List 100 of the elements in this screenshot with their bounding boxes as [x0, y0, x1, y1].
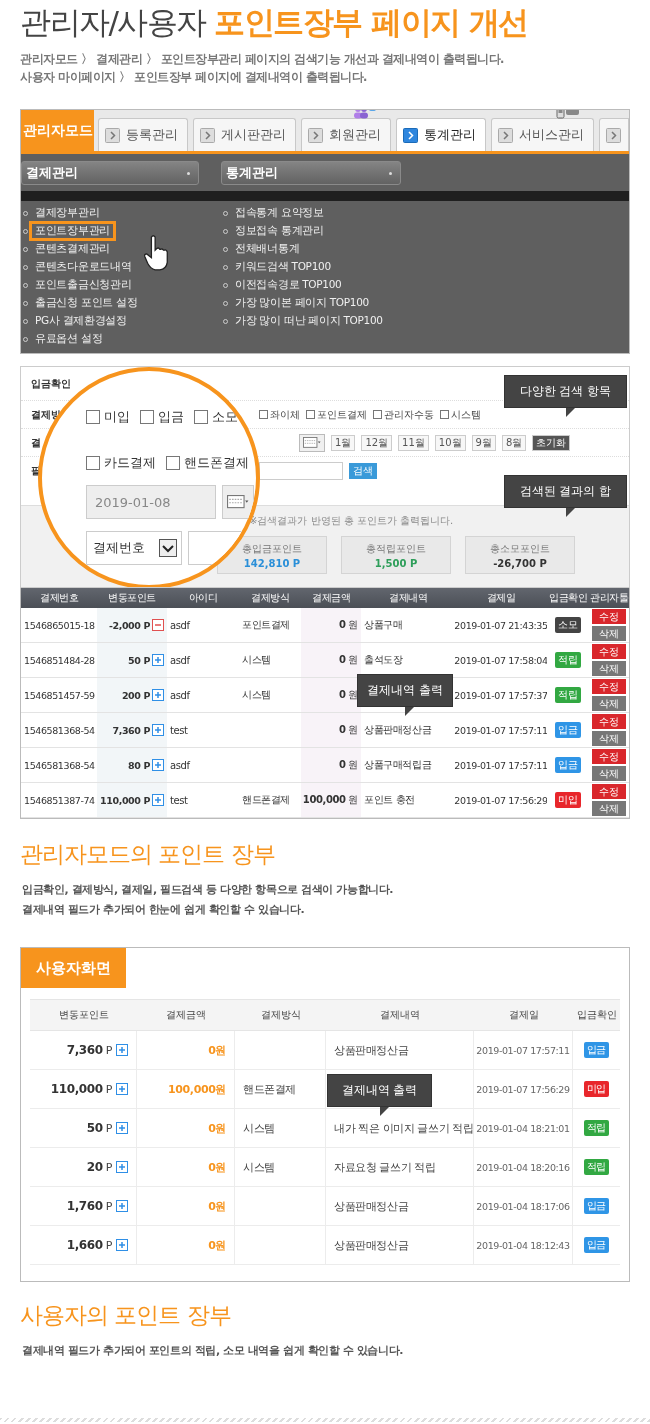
menu-tab[interactable]: 등록관리 [98, 118, 188, 151]
column-header: 결제일 [474, 999, 573, 1031]
menu-item[interactable]: 키워드검색 TOP100 [232, 260, 334, 274]
menu-item[interactable]: 정보접속 통계관리 [232, 224, 327, 238]
menu-item[interactable]: 출금신청 포인트 설정 [32, 296, 141, 310]
column-header: 입금확인 [573, 999, 620, 1031]
month-button[interactable]: 9월 [471, 434, 496, 451]
month-button[interactable]: 8월 [501, 434, 527, 451]
menu-header[interactable]: 통계관리 [221, 161, 401, 185]
edit-button[interactable]: 수정 [592, 679, 626, 694]
delete-button[interactable]: 삭제 [592, 696, 626, 711]
edit-button[interactable]: 수정 [592, 749, 626, 764]
amount-text: 0 원 [339, 688, 358, 702]
menu-item[interactable]: 콘텐츠결제관리 [32, 242, 113, 256]
checkbox-option[interactable]: 미입 [86, 408, 130, 426]
month-button[interactable]: 10월 [434, 434, 466, 451]
column-header: 변동포인트 [97, 588, 167, 608]
menu-item[interactable]: 접속통계 요약정보 [232, 206, 327, 220]
month-button[interactable]: 11월 [398, 434, 429, 451]
total-value: 142,810 P [243, 557, 301, 569]
amount-cell: 0원 [137, 1148, 235, 1187]
checkbox-option[interactable]: 좌이체 [259, 407, 300, 422]
amount-cell: 0원 [137, 1109, 235, 1148]
delete-button[interactable]: 삭제 [592, 731, 626, 746]
amount-cell: 0원 [137, 1226, 235, 1265]
menu-item[interactable]: 이전접속경로 TOP100 [232, 278, 345, 292]
edit-button[interactable]: 수정 [592, 644, 626, 659]
callout: 결제내역 출력 [327, 1074, 432, 1116]
total-value: -26,700 P [493, 557, 547, 569]
checkbox-option[interactable]: 소모 [194, 408, 238, 426]
menu-tab[interactable]: 통계관리 [396, 118, 486, 151]
menu-item[interactable]: 포인트장부관리 [32, 224, 113, 238]
menu-tab[interactable]: 게시판관리 [193, 118, 296, 151]
checkbox-option[interactable]: 관리자수동 [373, 407, 434, 422]
row-label: 입금확인 [31, 376, 71, 391]
callout: 결제내역 출력 [357, 674, 453, 716]
total-label: 총입금포인트 [242, 541, 302, 556]
search-field[interactable] [259, 462, 343, 480]
delete-button[interactable]: 삭제 [592, 766, 626, 781]
delete-button[interactable]: 삭제 [592, 801, 626, 816]
screen-label: 사용자화면 [21, 948, 126, 988]
chevron-icon [403, 127, 418, 143]
calendar-icon [227, 495, 249, 509]
menu-item[interactable]: 가장 많이 떠난 페이지 TOP100 [232, 314, 386, 328]
menu-header[interactable]: 결제관리 [21, 161, 199, 185]
checkbox-option[interactable]: 핸드폰결제 [166, 454, 249, 472]
edit-button[interactable]: 수정 [592, 784, 626, 799]
column-header: 결제번호 [21, 588, 97, 608]
menu-item[interactable]: 전체배너통계 [232, 242, 303, 256]
table-cell: 2019-01-07 17:57:11 [474, 1031, 573, 1070]
plus-icon [116, 1083, 128, 1095]
table-cell: 2019-01-04 18:12:43 [474, 1226, 573, 1265]
status-badge: 적립 [583, 1120, 610, 1136]
column-header: 결제금액 [301, 588, 361, 608]
edit-button[interactable]: 수정 [592, 714, 626, 729]
menu-item[interactable]: PG사 결제환경설정 [32, 314, 130, 328]
month-button[interactable]: 1월 [331, 434, 356, 451]
status-badge: 입금 [555, 722, 581, 738]
points-text: 50 P [128, 654, 150, 666]
checkbox-option[interactable]: 시스템 [440, 407, 481, 422]
dot-icon [389, 171, 392, 175]
date-field[interactable]: 2019-01-08 [86, 485, 216, 519]
checkbox-option[interactable]: 입금 [140, 408, 184, 426]
checkbox-option[interactable]: 카드결제 [86, 454, 156, 472]
calendar-button[interactable] [299, 433, 325, 452]
section-heading: 사용자의 포인트 장부 [20, 1301, 232, 1330]
delete-button[interactable]: 삭제 [592, 661, 626, 676]
menu-tab[interactable] [599, 118, 629, 151]
column-header: 변동포인트 [30, 999, 137, 1031]
field-select[interactable]: 결제번호 [86, 531, 182, 565]
status-badge: 입금 [555, 757, 581, 773]
chevron-down-icon [159, 539, 177, 557]
status-badge: 소모 [555, 617, 581, 633]
delete-button[interactable]: 삭제 [592, 626, 626, 641]
mode-label: 관리자모드 [21, 110, 94, 151]
month-button[interactable]: 12월 [361, 434, 393, 451]
total-label: 총소모포인트 [490, 541, 550, 556]
edit-button[interactable]: 수정 [592, 609, 626, 624]
menu-tab[interactable]: 회원관리 [301, 118, 391, 151]
points-text: 7,360 P [112, 724, 150, 736]
checkbox-option[interactable]: 포인트결제 [306, 407, 367, 422]
menu-item[interactable]: 결제장부관리 [32, 206, 103, 220]
menu-tab[interactable]: 서비스관리 [491, 118, 594, 151]
column-header: 결제내역 [361, 588, 455, 608]
menu-item[interactable]: 가장 많이본 페이지 TOP100 [232, 296, 372, 310]
intro-text: 관리자모드 〉 결제관리 〉 포인트장부관리 페이지의 검색기능 개선과 결제내역이 출력됩니다. [20, 52, 505, 67]
description-text: 결제내역 필드가 추가되어 한눈에 쉽게 확인할 수 있습니다. [22, 902, 306, 917]
menu-item[interactable]: 콘텐츠다운로드내역 [32, 260, 135, 274]
menu-item[interactable]: 유료옵션 설정 [32, 332, 106, 346]
table-cell: 시스템 [235, 1148, 326, 1187]
column-header: 아이디 [167, 588, 239, 608]
hand-cursor-icon [143, 234, 171, 272]
column-header: 결제금액 [137, 999, 235, 1031]
total-label: 총적립포인트 [366, 541, 426, 556]
points-text: -2,000 P [108, 619, 150, 631]
menu-item[interactable]: 포인트출금신청관리 [32, 278, 135, 292]
amount-text: 0 원 [339, 618, 358, 632]
reset-button[interactable]: 초기화 [532, 434, 571, 451]
table-cell: 2019-01-07 17:56:29 [474, 1070, 573, 1109]
search-button[interactable]: 검색 [349, 463, 377, 479]
